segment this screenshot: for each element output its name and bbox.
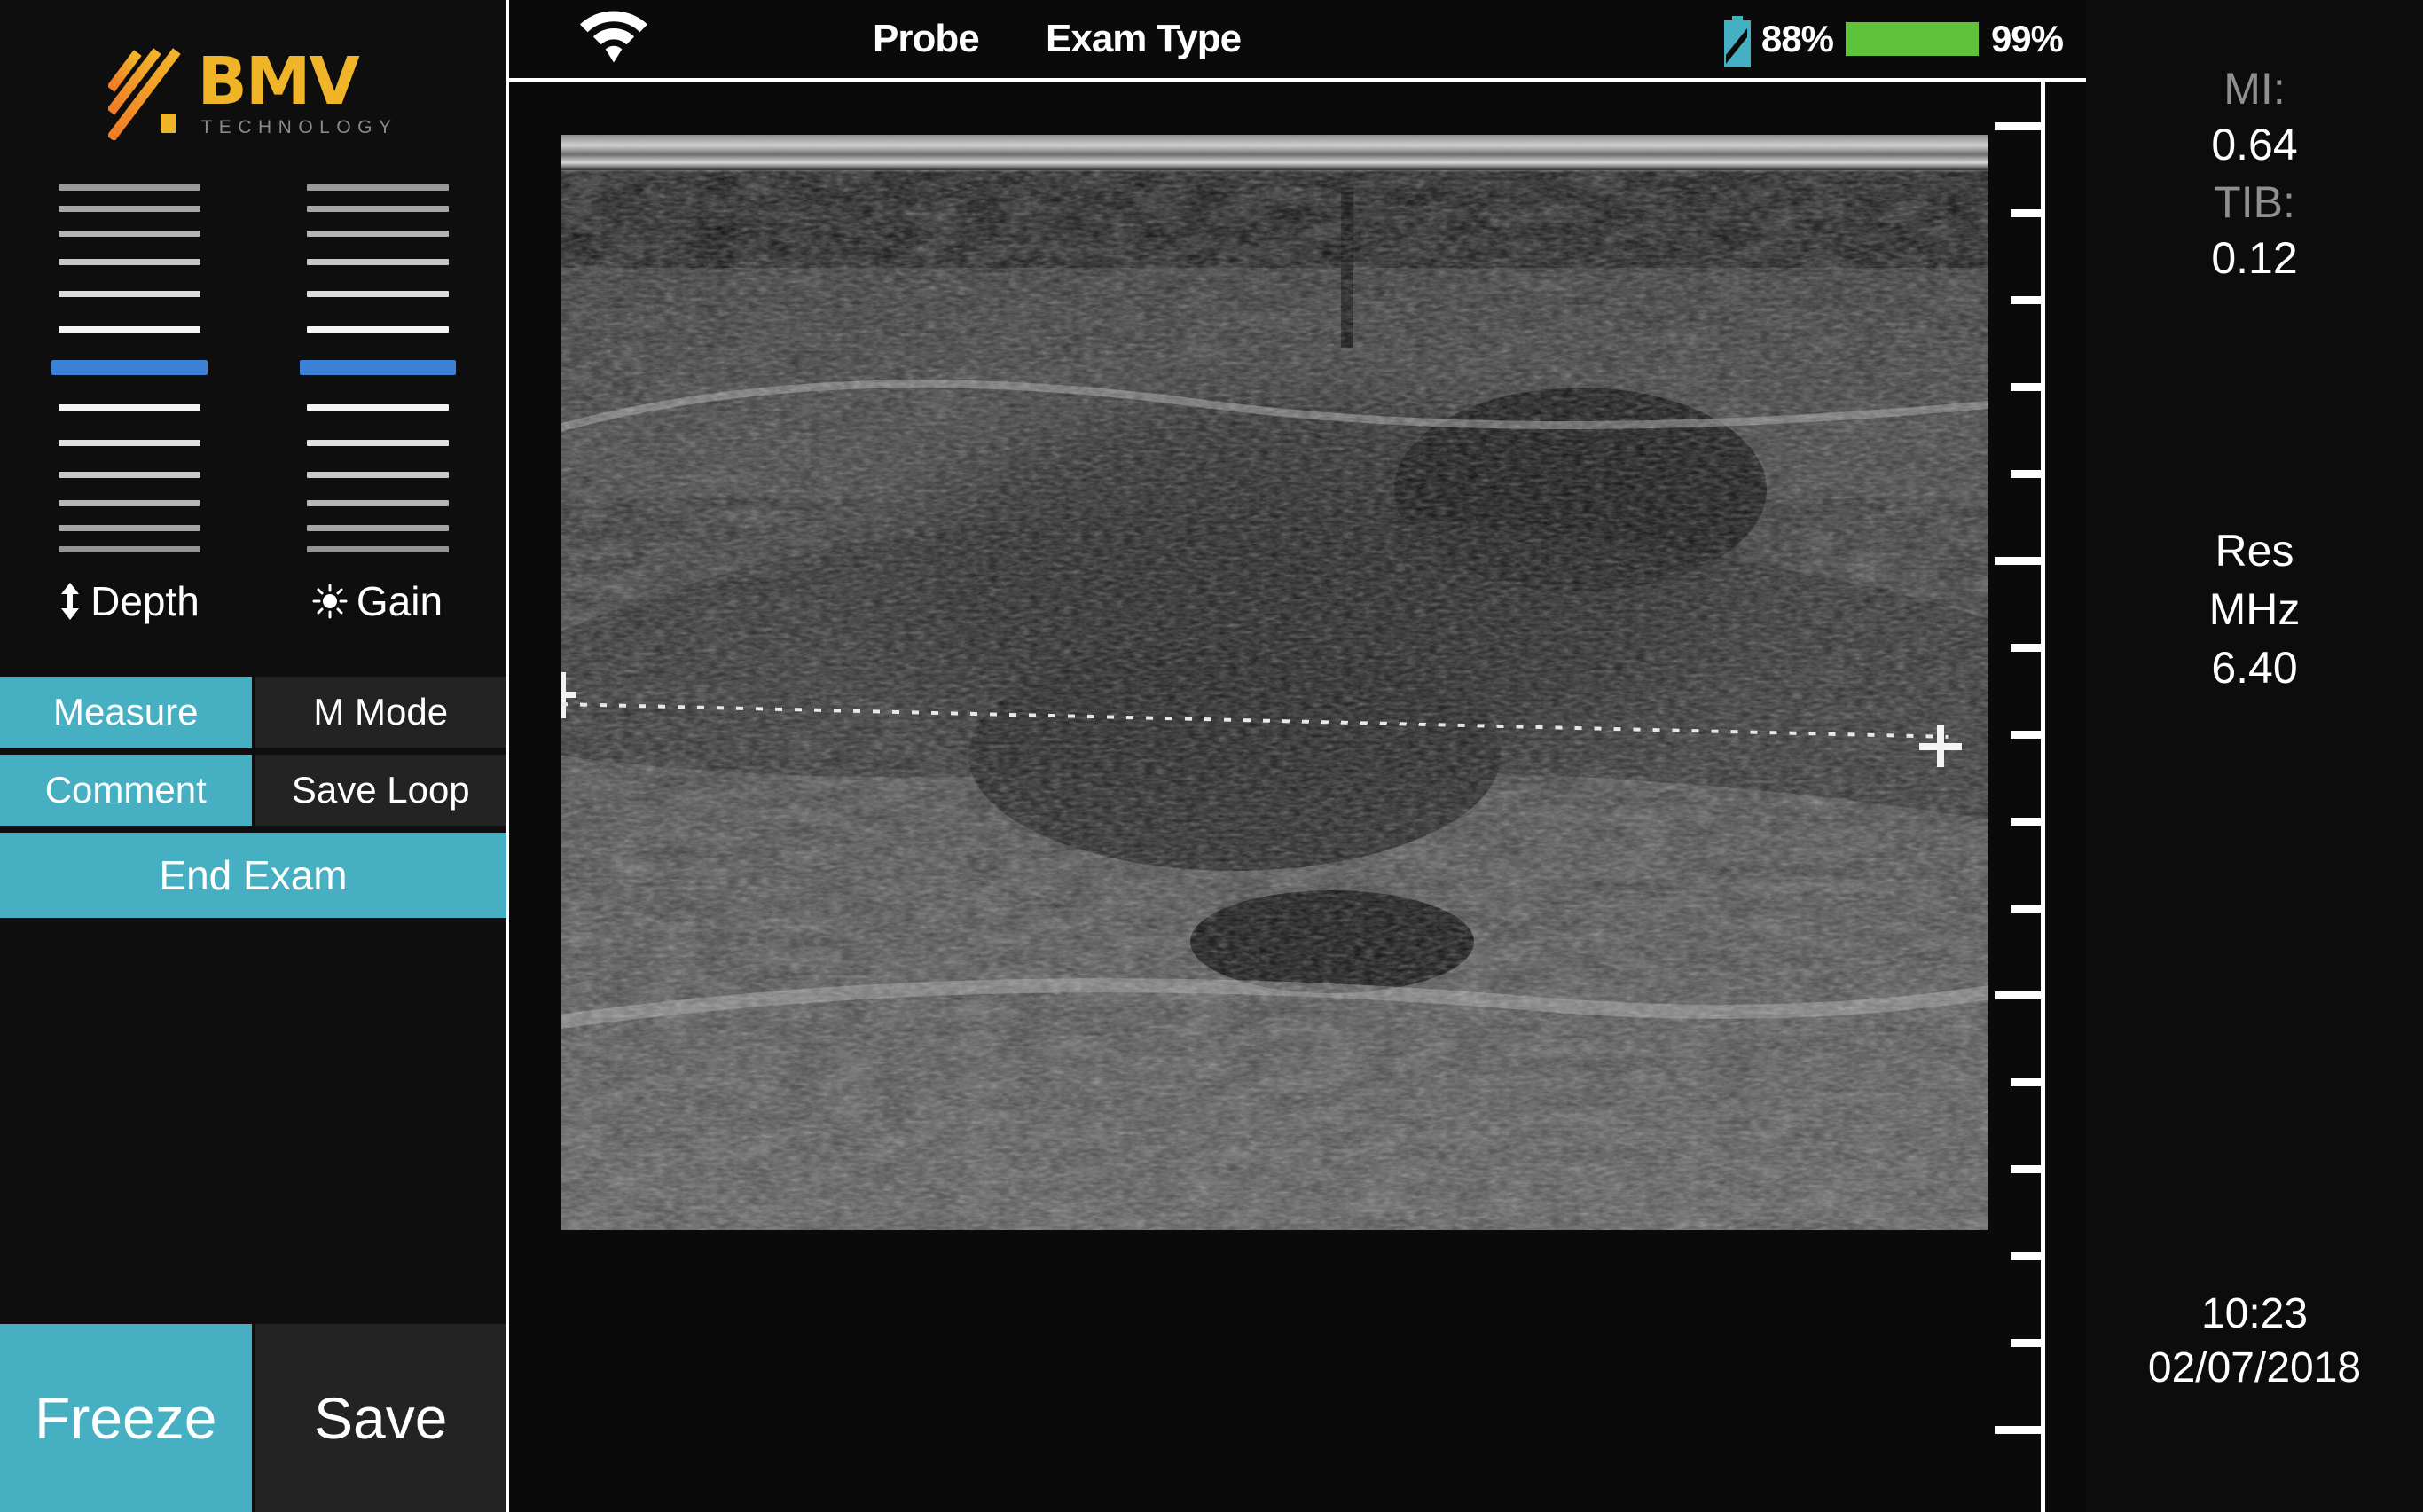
depth-tick-minor	[2011, 818, 2041, 826]
depth-tick-minor	[2011, 383, 2041, 391]
depth-slider-thumb[interactable]	[51, 360, 208, 375]
center-column: Probe Exam Type 88% 99%	[509, 0, 2086, 1512]
depth-tick-minor	[2011, 470, 2041, 478]
depth-tick-minor	[2011, 1078, 2041, 1086]
measure-button[interactable]: Measure	[0, 677, 252, 748]
gain-slider[interactable]: Gain	[299, 184, 456, 625]
scan-area	[509, 82, 2086, 1512]
current-time: 10:23	[2200, 1290, 2309, 1338]
mi-value: 0.64	[2211, 120, 2298, 169]
current-date: 02/07/2018	[2147, 1344, 2362, 1391]
button-row-1: Measure M Mode	[0, 677, 506, 748]
depth-tick-minor	[2011, 731, 2041, 739]
action-button-grid: Measure M Mode Comment Save Loop End Exa…	[0, 677, 506, 918]
system-battery-percent: 99%	[1990, 18, 2064, 59]
left-control-sidebar: BMV TECHNOLOGY Depth Gain Measure M Mode…	[0, 0, 509, 1512]
depth-tick-minor	[2011, 1165, 2041, 1173]
depth-ruler	[1988, 82, 2086, 1512]
depth-ruler-line	[2041, 82, 2045, 1512]
exam-type-menu-button[interactable]: Exam Type	[1046, 17, 1242, 61]
depth-tick-minor	[2011, 644, 2041, 652]
gain-slider-thumb[interactable]	[299, 360, 456, 375]
depth-tick-major	[1995, 122, 2041, 130]
probe-menu-button[interactable]: Probe	[873, 17, 980, 61]
depth-label: Depth	[90, 578, 200, 624]
comment-button[interactable]: Comment	[0, 755, 252, 826]
res-unit: MHz	[2208, 584, 2301, 634]
depth-tick-minor	[2011, 1252, 2041, 1260]
button-row-3: End Exam	[0, 833, 506, 918]
depth-tick-minor	[2011, 1339, 2041, 1347]
clock-group: 10:23 02/07/2018	[2086, 1288, 2423, 1395]
freeze-save-row: Freeze Save	[0, 1324, 506, 1512]
gain-label-row: Gain	[312, 577, 443, 625]
depth-tick-minor	[2011, 209, 2041, 217]
button-row-2: Comment Save Loop	[0, 755, 506, 826]
brightness-sun-icon	[312, 584, 348, 619]
battery-charging-icon	[1722, 16, 1751, 67]
depth-tick-major	[1995, 1426, 2041, 1434]
depth-tick-minor	[2011, 905, 2041, 913]
tib-value: 0.12	[2211, 232, 2298, 283]
save-button[interactable]: Save	[255, 1324, 506, 1512]
depth-tick-major	[1995, 991, 2041, 999]
gain-label: Gain	[356, 578, 443, 624]
end-exam-button[interactable]: End Exam	[0, 833, 506, 918]
resolution-group: Res MHz 6.40	[2086, 521, 2423, 697]
ultrasound-app-root: BMV TECHNOLOGY Depth Gain Measure M Mode…	[0, 0, 2423, 1512]
battery-bar-icon	[1845, 22, 1979, 56]
scan-pane[interactable]	[509, 82, 1988, 1512]
caliper-start-marker[interactable]	[561, 692, 576, 698]
wifi-icon[interactable]	[580, 11, 647, 67]
depth-tick-minor	[2011, 296, 2041, 304]
tib-label: TIB:	[2214, 176, 2295, 227]
depth-slider[interactable]: Depth	[51, 184, 208, 625]
res-value: 6.40	[2211, 643, 2298, 693]
ultrasound-image[interactable]	[561, 135, 1988, 1230]
brand-logo: BMV TECHNOLOGY	[0, 0, 506, 168]
top-status-bar: Probe Exam Type 88% 99%	[509, 0, 2086, 82]
acoustic-output-group: MI: 0.64 TIB: 0.12	[2086, 0, 2423, 288]
depth-tick-major	[1995, 557, 2041, 565]
depth-slider-track[interactable]	[51, 184, 208, 552]
logo-tagline: TECHNOLOGY	[200, 116, 398, 137]
updown-arrow-icon	[59, 582, 82, 621]
depth-label-row: Depth	[59, 577, 200, 625]
gain-slider-track[interactable]	[299, 184, 456, 552]
res-label: Res	[2215, 526, 2294, 576]
mi-label: MI:	[2223, 64, 2286, 114]
caliper-end-crosshair[interactable]	[1919, 725, 1962, 767]
save-loop-button[interactable]: Save Loop	[255, 755, 506, 826]
status-indicators: 88% 99%	[1722, 16, 2064, 67]
logo-wordmark: BMV	[197, 43, 359, 120]
right-info-panel: MI: 0.64 TIB: 0.12 Res MHz 6.40 10:23 02…	[2086, 0, 2423, 1512]
m-mode-button[interactable]: M Mode	[255, 677, 506, 748]
freeze-button[interactable]: Freeze	[0, 1324, 252, 1512]
probe-battery-percent: 88%	[1760, 18, 1834, 59]
bmv-swoosh-icon	[108, 48, 182, 140]
slider-group: Depth Gain	[0, 184, 506, 625]
ultrasound-image-canvas	[561, 135, 1988, 1230]
